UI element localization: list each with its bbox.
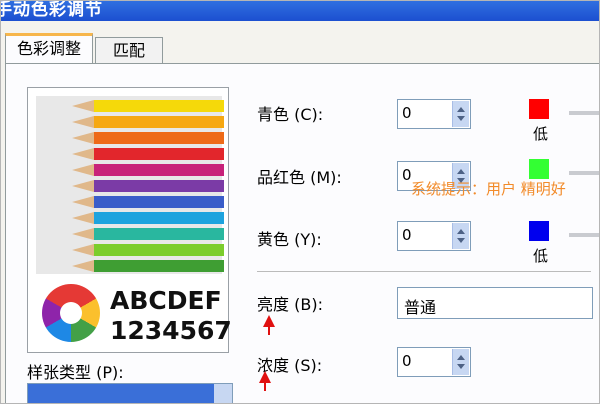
system-tooltip: 系统提示：用户 精明好 <box>411 180 566 198</box>
magenta-slider[interactable] <box>569 171 599 175</box>
divider <box>257 271 591 272</box>
cyan-slider[interactable] <box>569 111 599 115</box>
pencil-blue <box>72 196 224 208</box>
title-bar: 手动色彩调节 <box>0 0 599 21</box>
cyan-value[interactable]: 0 <box>402 104 412 122</box>
brightness-select[interactable]: 普通 <box>397 287 593 319</box>
cyan-spin-buttons[interactable] <box>452 101 469 127</box>
color-wheel-icon <box>42 284 100 342</box>
pencil-light-green <box>72 244 224 256</box>
pencil-green <box>72 260 224 272</box>
red-arrow-up-icon <box>263 315 275 335</box>
yellow-low-label: 低 <box>533 247 549 265</box>
preview-image: ABCDEF 1234567 <box>27 87 232 353</box>
yellow-spin-buttons[interactable] <box>452 223 469 249</box>
pencil-purple <box>72 180 224 192</box>
preview-letters: ABCDEF <box>110 286 222 315</box>
paper-type-select[interactable] <box>27 383 233 403</box>
yellow-label: 黄色 (Y): <box>257 230 322 249</box>
tab-color-adjust[interactable]: 色彩调整 <box>5 33 93 63</box>
pencil-orange <box>72 116 224 128</box>
chevron-down-icon[interactable] <box>214 384 232 403</box>
pencil-dark-orange <box>72 132 224 144</box>
red-arrow-up-icon <box>259 371 271 391</box>
saturation-stepper[interactable]: 0 <box>397 347 471 377</box>
cyan-swatch <box>529 99 549 119</box>
pencil-cyan <box>72 212 224 224</box>
paper-type-label: 样张类型 (P): <box>27 363 124 382</box>
saturation-spin-buttons[interactable] <box>452 349 469 375</box>
magenta-label: 品红色 (M): <box>257 168 342 187</box>
cyan-stepper[interactable]: 0 <box>397 99 471 129</box>
yellow-value[interactable]: 0 <box>402 226 412 244</box>
cyan-low-label: 低 <box>533 125 549 143</box>
pencil-yellow <box>72 100 224 112</box>
pencil-teal <box>72 228 224 240</box>
pencils-illustration <box>36 96 224 274</box>
window-title: 手动色彩调节 <box>0 0 103 20</box>
pencil-magenta <box>72 164 224 176</box>
pencil-red <box>72 148 224 160</box>
saturation-value[interactable]: 0 <box>402 352 412 370</box>
brightness-value: 普通 <box>404 298 437 317</box>
magenta-swatch <box>529 159 549 179</box>
cyan-label: 青色 (C): <box>257 105 324 124</box>
brightness-label: 亮度 (B): <box>257 295 323 314</box>
yellow-slider[interactable] <box>569 233 599 237</box>
tab-match[interactable]: 匹配 <box>95 37 163 64</box>
dialog-window: 手动色彩调节 色彩调整 匹配 ABCDEF 1234567 青色 (C): 0 <box>0 0 600 404</box>
preview-numbers: 1234567 <box>110 316 232 345</box>
yellow-swatch <box>529 221 549 241</box>
yellow-stepper[interactable]: 0 <box>397 221 471 251</box>
